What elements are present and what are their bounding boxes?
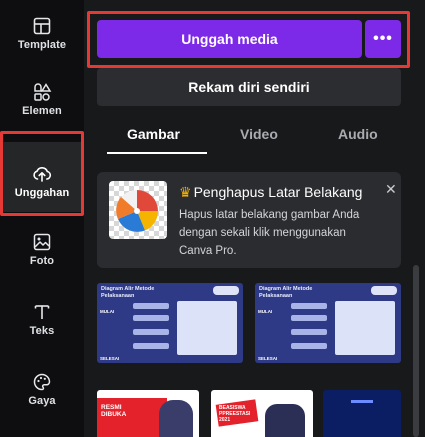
rail-item-gaya[interactable]: Gaya: [0, 362, 84, 416]
tab-gambar[interactable]: Gambar: [127, 126, 180, 142]
beach-ball-image: [116, 190, 159, 232]
rail-label-teks: Teks: [29, 325, 55, 337]
close-icon[interactable]: ✕: [385, 181, 397, 198]
tab-video[interactable]: Video: [240, 126, 278, 142]
template-icon: [33, 17, 51, 35]
upload-media-button[interactable]: Unggah media: [97, 20, 362, 58]
thumbnail-banner-text: RESMI DIBUKA: [101, 404, 127, 418]
thumbnail-title: Diagram Alir Metode Pelaksanaan: [259, 286, 313, 299]
upload-thumbnail[interactable]: BEASISWA PPREESTASI 2021: [211, 390, 313, 437]
more-options-button[interactable]: •••: [365, 20, 401, 58]
record-yourself-label: Rekam diri sendiri: [188, 79, 310, 95]
upload-thumbnail[interactable]: RESMI DIBUKA: [97, 390, 199, 437]
rail-item-foto[interactable]: Foto: [0, 222, 84, 276]
crown-icon: ♛: [179, 184, 192, 200]
thumbnail-banner-text: BEASISWA PPREESTASI 2021: [219, 405, 251, 423]
rail-label-gaya: Gaya: [28, 395, 56, 407]
rail-label-foto: Foto: [29, 255, 55, 267]
elements-icon: [34, 83, 52, 101]
text-icon: [34, 305, 50, 319]
panel-scrollbar[interactable]: [413, 265, 419, 437]
thumbnail-logo: [213, 286, 239, 295]
upload-thumbnail[interactable]: Diagram Alir Metode Pelaksanaan MULAI SE…: [255, 283, 401, 363]
rail-item-template[interactable]: Template: [0, 10, 84, 64]
thumbnail-end-label: SELESAI: [100, 356, 120, 361]
thumbnail-start-label: MULAI: [100, 309, 115, 314]
active-tab-underline: [107, 152, 207, 154]
palette-icon: [33, 373, 51, 391]
upload-thumbnail[interactable]: [323, 390, 401, 437]
more-dots-icon: •••: [373, 30, 393, 47]
promo-description: Hapus latar belakang gambar Anda dengan …: [179, 209, 360, 257]
uploads-grid: Diagram Alir Metode Pelaksanaan MULAI SE…: [97, 283, 401, 437]
upload-thumbnail[interactable]: Diagram Alir Metode Pelaksanaan MULAI SE…: [97, 283, 243, 363]
rail-label-elemen: Elemen: [22, 105, 62, 117]
thumbnail-title: Diagram Alir Metode Pelaksanaan: [101, 286, 155, 299]
record-yourself-button[interactable]: Rekam diri sendiri: [97, 68, 401, 106]
side-rail: Template Elemen Unggahan Foto Teks Gaya: [0, 0, 84, 437]
upload-media-label: Unggah media: [181, 31, 278, 47]
thumbnail-start-label: MULAI: [258, 309, 273, 314]
rail-label-unggahan: Unggahan: [14, 187, 70, 199]
cloud-upload-icon: [33, 167, 52, 182]
rail-label-template: Template: [17, 39, 67, 51]
photo-icon: [33, 233, 51, 251]
thumbnail-logo: [371, 286, 397, 295]
rail-item-unggahan[interactable]: Unggahan: [0, 142, 84, 212]
promo-title-text: Penghapus Latar Belakang: [193, 184, 363, 200]
tab-audio[interactable]: Audio: [338, 126, 378, 142]
media-tabs: Gambar Video Audio: [97, 118, 401, 158]
rail-item-teks[interactable]: Teks: [0, 294, 84, 348]
thumbnail-end-label: SELESAI: [258, 356, 278, 361]
rail-item-elemen[interactable]: Elemen: [0, 76, 84, 130]
promo-thumbnail: [109, 181, 167, 239]
background-remover-promo[interactable]: ♛ Penghapus Latar Belakang Hapus latar be…: [97, 172, 401, 268]
promo-title: ♛ Penghapus Latar Belakang: [179, 184, 362, 201]
